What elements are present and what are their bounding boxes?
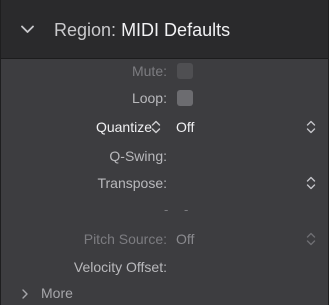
quantize-label: Quantize	[95, 119, 152, 135]
pitch-source-row: Pitch Source: Off	[1, 226, 328, 252]
velocity-offset-row: Velocity Offset:	[1, 254, 328, 280]
loop-checkbox[interactable]	[177, 90, 193, 106]
region-inspector-panel: Region: MIDI Defaults Mute: Loop: Quanti…	[0, 0, 329, 305]
quantize-value-stepper-icon[interactable]	[306, 119, 316, 135]
pitch-source-stepper-icon[interactable]	[306, 231, 316, 247]
mute-checkbox[interactable]	[177, 63, 193, 79]
transpose-row: Transpose:	[1, 170, 328, 196]
region-title: Region: MIDI Defaults	[54, 20, 230, 41]
chevron-right-icon[interactable]	[22, 289, 28, 299]
placeholder-dashes: - -	[164, 202, 195, 217]
qswing-row: Q-Swing:	[1, 143, 328, 169]
loop-row: Loop:	[1, 85, 328, 111]
transpose-stepper-icon[interactable]	[306, 175, 316, 191]
chevron-down-icon[interactable]	[21, 25, 34, 34]
pitch-source-value[interactable]: Off	[176, 231, 194, 247]
region-name: MIDI Defaults	[121, 20, 231, 40]
velocity-offset-label: Velocity Offset:	[73, 259, 167, 275]
region-title-prefix: Region:	[54, 20, 117, 40]
pitch-source-label: Pitch Source:	[83, 231, 167, 247]
quantize-row: Quantize Off	[1, 114, 328, 140]
region-header[interactable]: Region: MIDI Defaults	[1, 0, 328, 59]
qswing-label: Q-Swing:	[109, 148, 167, 164]
loop-label: Loop:	[131, 90, 167, 106]
more-disclosure[interactable]: More	[1, 283, 328, 305]
quantize-value[interactable]: Off	[176, 119, 194, 135]
mute-row: Mute:	[1, 58, 328, 84]
mute-label: Mute:	[131, 63, 167, 79]
quantize-mode-stepper-icon[interactable]	[151, 119, 161, 135]
more-label: More	[41, 285, 73, 301]
transpose-label: Transpose:	[97, 175, 167, 191]
